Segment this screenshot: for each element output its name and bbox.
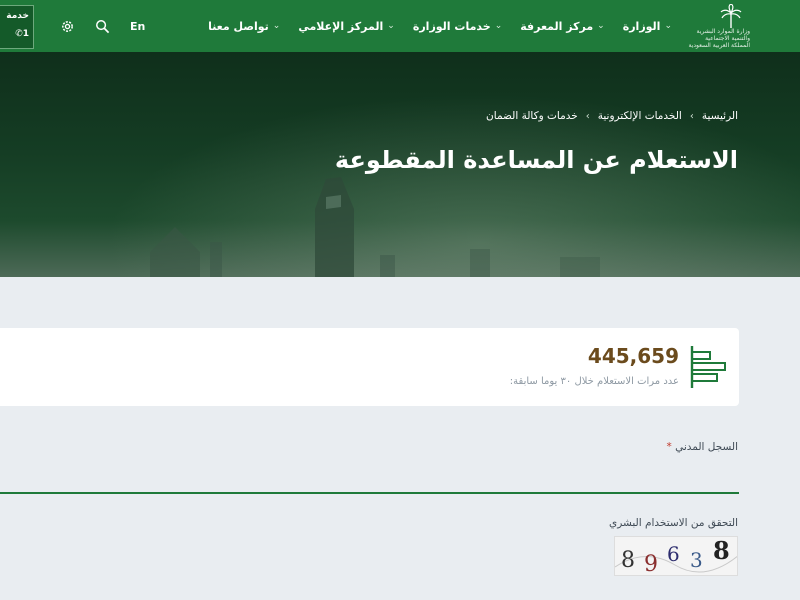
chevron-left-icon: ‹	[585, 110, 590, 122]
palm-logo-icon	[720, 4, 742, 28]
chevron-down-icon: ⌄	[387, 21, 395, 31]
phone-icon: ✆1	[15, 29, 29, 39]
captcha-digits: 89638	[615, 537, 737, 576]
captcha-label: التحقق من الاستخدام البشري	[608, 517, 738, 529]
ministry-logo[interactable]: وزارة الموارد البشرية والتنمية الاجتماعي…	[684, 4, 756, 50]
captcha-digit: 6	[667, 542, 680, 566]
captcha-digit: 3	[690, 548, 703, 572]
inquiry-count: 445,659	[587, 344, 679, 368]
main-nav: الوزارة ⌄ مركز المعرفة ⌄ خدمات الوزارة ⌄ ال…	[208, 0, 672, 52]
chevron-down-icon: ⌄	[494, 21, 503, 31]
breadcrumb-e-services[interactable]: الخدمات الإلكترونية	[598, 110, 682, 122]
service-button[interactable]: خدمة ✆1	[0, 5, 34, 49]
civil-id-label-text: السجل المدني	[675, 441, 738, 453]
chevron-down-icon: ⌄	[664, 21, 672, 31]
nav-media-center[interactable]: المركز الإعلامي ⌄	[298, 20, 395, 33]
civil-id-label: السجل المدني *	[666, 441, 738, 453]
required-marker: *	[666, 441, 672, 453]
captcha-digit: 8	[621, 548, 635, 573]
breadcrumb-home[interactable]: الرئيسية	[702, 110, 738, 122]
logo-text: وزارة الموارد البشرية والتنمية الاجتماعي…	[688, 28, 750, 49]
nav-knowledge-center[interactable]: مركز المعرفة ⌄	[520, 20, 604, 33]
chevron-down-icon: ⌄	[597, 21, 605, 31]
nav-tools: En	[60, 0, 145, 52]
settings-button[interactable]	[60, 19, 75, 34]
captcha-image[interactable]: 89638	[614, 536, 738, 576]
nav-ministry-services[interactable]: خدمات الوزارة ⌄	[413, 20, 502, 33]
page-title: الاستعلام عن المساعدة المقطوعة	[334, 146, 738, 174]
chevron-left-icon: ‹	[689, 110, 694, 122]
stats-card: 445,659 عدد مرات الاستعلام خلال ٣٠ يوما …	[0, 328, 739, 406]
captcha-digit: 9	[644, 552, 658, 576]
gear-icon	[62, 20, 73, 32]
civil-id-input[interactable]	[0, 462, 739, 494]
search-button[interactable]	[95, 19, 110, 34]
hero-banner: الرئيسية ‹ الخدمات الإلكترونية ‹ خدمات و…	[0, 52, 800, 277]
language-toggle[interactable]: En	[130, 20, 145, 33]
search-icon	[96, 19, 110, 33]
chevron-down-icon: ⌄	[272, 21, 281, 31]
nav-contact-us[interactable]: تواصل معنا ⌄	[208, 20, 280, 33]
breadcrumb: الرئيسية ‹ الخدمات الإلكترونية ‹ خدمات و…	[486, 110, 738, 122]
inquiry-count-label: عدد مرات الاستعلام خلال ٣٠ يوما سابقة:	[509, 376, 679, 387]
bar-chart-icon	[690, 346, 726, 388]
breadcrumb-guarantee-services[interactable]: خدمات وكالة الضمان	[486, 110, 578, 122]
top-navbar: وزارة الموارد البشرية والتنمية الاجتماعي…	[0, 0, 800, 52]
city-skyline-image	[150, 177, 600, 277]
nav-ministry[interactable]: الوزارة ⌄	[623, 20, 672, 33]
service-button-label: خدمة	[6, 11, 29, 21]
captcha-digit: 8	[713, 537, 730, 565]
service-number: 1	[22, 29, 29, 39]
